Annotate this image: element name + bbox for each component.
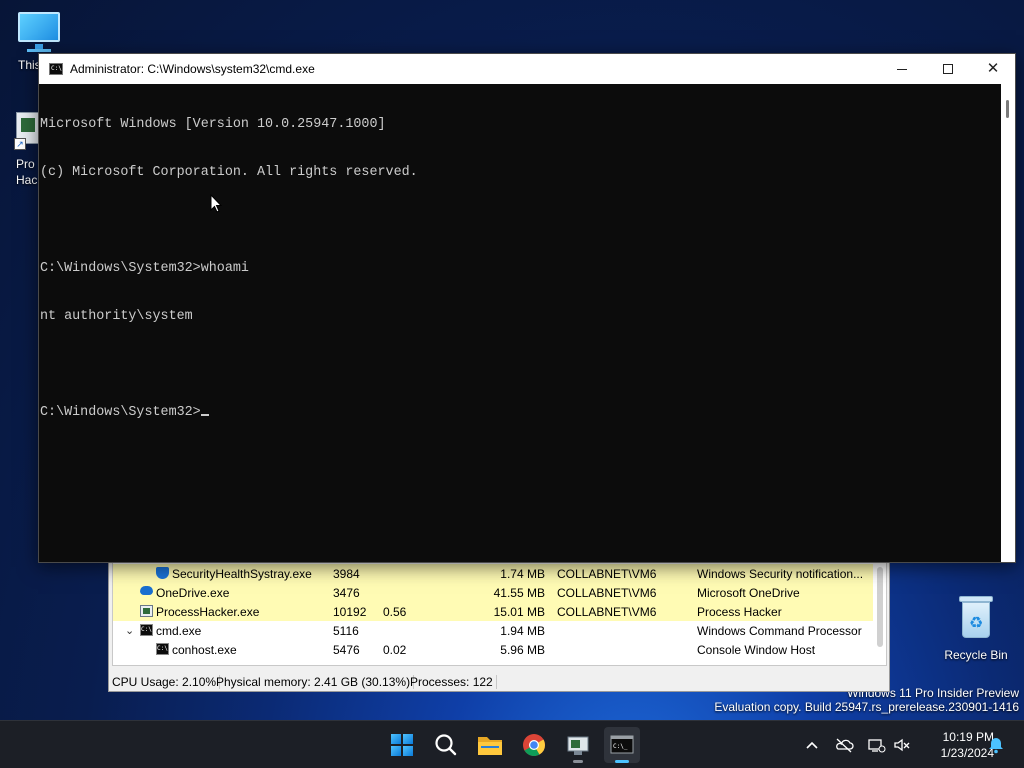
network-icon[interactable] (866, 735, 886, 755)
status-bar: CPU Usage: 2.10% Physical memory: 2.41 G… (109, 672, 889, 692)
process-cpu: 0.56 (383, 605, 407, 619)
cpu-usage-status: CPU Usage: 2.10% (109, 675, 221, 689)
recycle-bin-label: Recycle Bin (944, 648, 1008, 662)
file-explorer-button[interactable] (472, 727, 508, 763)
process-name: SecurityHealthSystray.exe (172, 567, 312, 581)
process-pid: 3984 (333, 567, 360, 581)
process-pid: 5116 (333, 624, 359, 638)
recycle-bin-icon: ♻ (959, 596, 993, 640)
watermark-line2: Evaluation copy. Build 25947.rs_prerelea… (714, 700, 1019, 714)
notification-bell-icon[interactable] (986, 735, 1006, 755)
svg-text:C:\_: C:\_ (613, 743, 628, 750)
process-description: Windows Command Processor (697, 624, 862, 638)
console-icon: C:\ (140, 624, 153, 636)
memory-status: Physical memory: 2.41 GB (30.13%) (213, 675, 415, 689)
clock-time: 10:19 PM (942, 730, 994, 744)
cmd-titlebar[interactable]: C:\ Administrator: C:\Windows\system32\c… (39, 54, 1015, 84)
cloud-icon (140, 586, 153, 595)
process-pid: 5476 (333, 643, 360, 657)
chrome-icon (523, 734, 545, 756)
console-output[interactable]: Microsoft Windows [Version 10.0.25947.10… (39, 84, 1001, 562)
process-row[interactable]: ⌄ C:\ cmd.exe 5116 1.94 MB Windows Comma… (113, 621, 873, 640)
close-button[interactable]: ✕ (970, 54, 1016, 84)
this-pc-icon[interactable] (16, 10, 62, 52)
close-icon: ✕ (986, 60, 1000, 77)
process-row[interactable]: C:\ conhost.exe 5476 0.02 5.96 MB Consol… (113, 640, 873, 659)
maximize-icon (943, 64, 953, 75)
chrome-button[interactable] (516, 727, 552, 763)
process-user: COLLABNET\VM6 (557, 605, 657, 619)
volume-muted-icon[interactable] (892, 735, 912, 755)
clock-date: 1/23/2024 (940, 746, 994, 760)
minimize-icon (897, 68, 907, 70)
running-indicator (573, 760, 583, 763)
process-memory: 5.96 MB (500, 643, 545, 657)
chevron-up-icon[interactable] (802, 735, 822, 755)
console-line: Microsoft Windows [Version 10.0.25947.10… (40, 117, 386, 132)
text-caret (200, 414, 209, 416)
process-memory: 15.01 MB (493, 605, 545, 619)
console-prompt-line[interactable]: C:\Windows\System32> (40, 405, 1001, 421)
shield-icon (156, 567, 169, 579)
process-memory: 1.74 MB (500, 567, 545, 581)
minimize-button[interactable] (879, 54, 925, 84)
process-hacker-icon (567, 736, 589, 755)
process-description: Process Hacker (697, 605, 782, 619)
process-name: conhost.exe (172, 643, 237, 657)
folder-icon (478, 737, 502, 755)
shortcut-label-line1: Pro (16, 157, 35, 171)
window-title: Administrator: C:\Windows\system32\cmd.e… (70, 62, 315, 76)
process-user: COLLABNET\VM6 (557, 586, 657, 600)
console-line: C:\Windows\System32>whoami (40, 261, 249, 276)
search-icon (435, 734, 457, 756)
process-cpu: 0.02 (383, 643, 407, 657)
console-prompt: C:\Windows\System32> (40, 405, 201, 420)
process-memory: 1.94 MB (500, 624, 545, 638)
process-name: ProcessHacker.exe (156, 605, 260, 619)
console-line: nt authority\system (40, 309, 193, 324)
windows-logo-icon (391, 734, 413, 756)
system-clock[interactable]: 10:19 PM 1/23/2024 (918, 729, 994, 761)
process-hacker-taskbar-button[interactable] (560, 727, 596, 763)
process-pid: 10192 (333, 605, 367, 619)
cmd-taskbar-button[interactable]: C:\_ (604, 727, 640, 763)
console-icon: C:\ (156, 643, 169, 655)
console-line: (c) Microsoft Corporation. All rights re… (40, 165, 418, 180)
process-count-status: Processes: 122 (407, 675, 497, 689)
search-button[interactable] (428, 727, 464, 763)
console-icon: C:\_ (610, 735, 634, 754)
active-indicator (615, 760, 629, 763)
start-button[interactable] (384, 727, 420, 763)
process-name: cmd.exe (156, 624, 202, 638)
process-row[interactable]: OneDrive.exe 3476 41.55 MB COLLABNET\VM6… (113, 583, 873, 602)
recycle-bin[interactable]: ♻ Recycle Bin (940, 596, 1012, 662)
process-description: Windows Security notification... (697, 567, 864, 581)
process-pid: 3476 (333, 586, 360, 600)
chevron-down-icon[interactable]: ⌄ (125, 624, 134, 637)
process-hacker-shortcut-label[interactable]: Pro Hac (16, 156, 37, 188)
process-name: OneDrive.exe (156, 586, 230, 600)
cmd-window[interactable]: C:\ Administrator: C:\Windows\system32\c… (38, 53, 1016, 563)
shortcut-label-line2: Hac (16, 173, 38, 187)
process-row[interactable]: SecurityHealthSystray.exe 3984 1.74 MB C… (113, 564, 873, 583)
process-row[interactable]: ProcessHacker.exe 10192 0.56 15.01 MB CO… (113, 602, 873, 621)
console-icon: C:\ (49, 63, 63, 75)
process-user: COLLABNET\VM6 (557, 567, 657, 581)
process-description: Microsoft OneDrive (697, 586, 800, 600)
process-list-scrollbar[interactable] (877, 567, 883, 647)
process-memory: 41.55 MB (493, 586, 545, 600)
mouse-cursor-icon (210, 194, 222, 213)
process-description: Console Window Host (697, 643, 816, 657)
onedrive-offline-icon[interactable] (834, 735, 854, 755)
console-scrollbar[interactable] (1001, 84, 1015, 562)
maximize-button[interactable] (925, 54, 971, 84)
process-list[interactable]: SecurityHealthSystray.exe 3984 1.74 MB C… (112, 562, 887, 666)
process-hacker-icon (140, 605, 153, 617)
scroll-thumb[interactable] (1006, 100, 1009, 118)
taskbar: C:\_ 10:19 PM 1/23/2024 (0, 720, 1024, 768)
